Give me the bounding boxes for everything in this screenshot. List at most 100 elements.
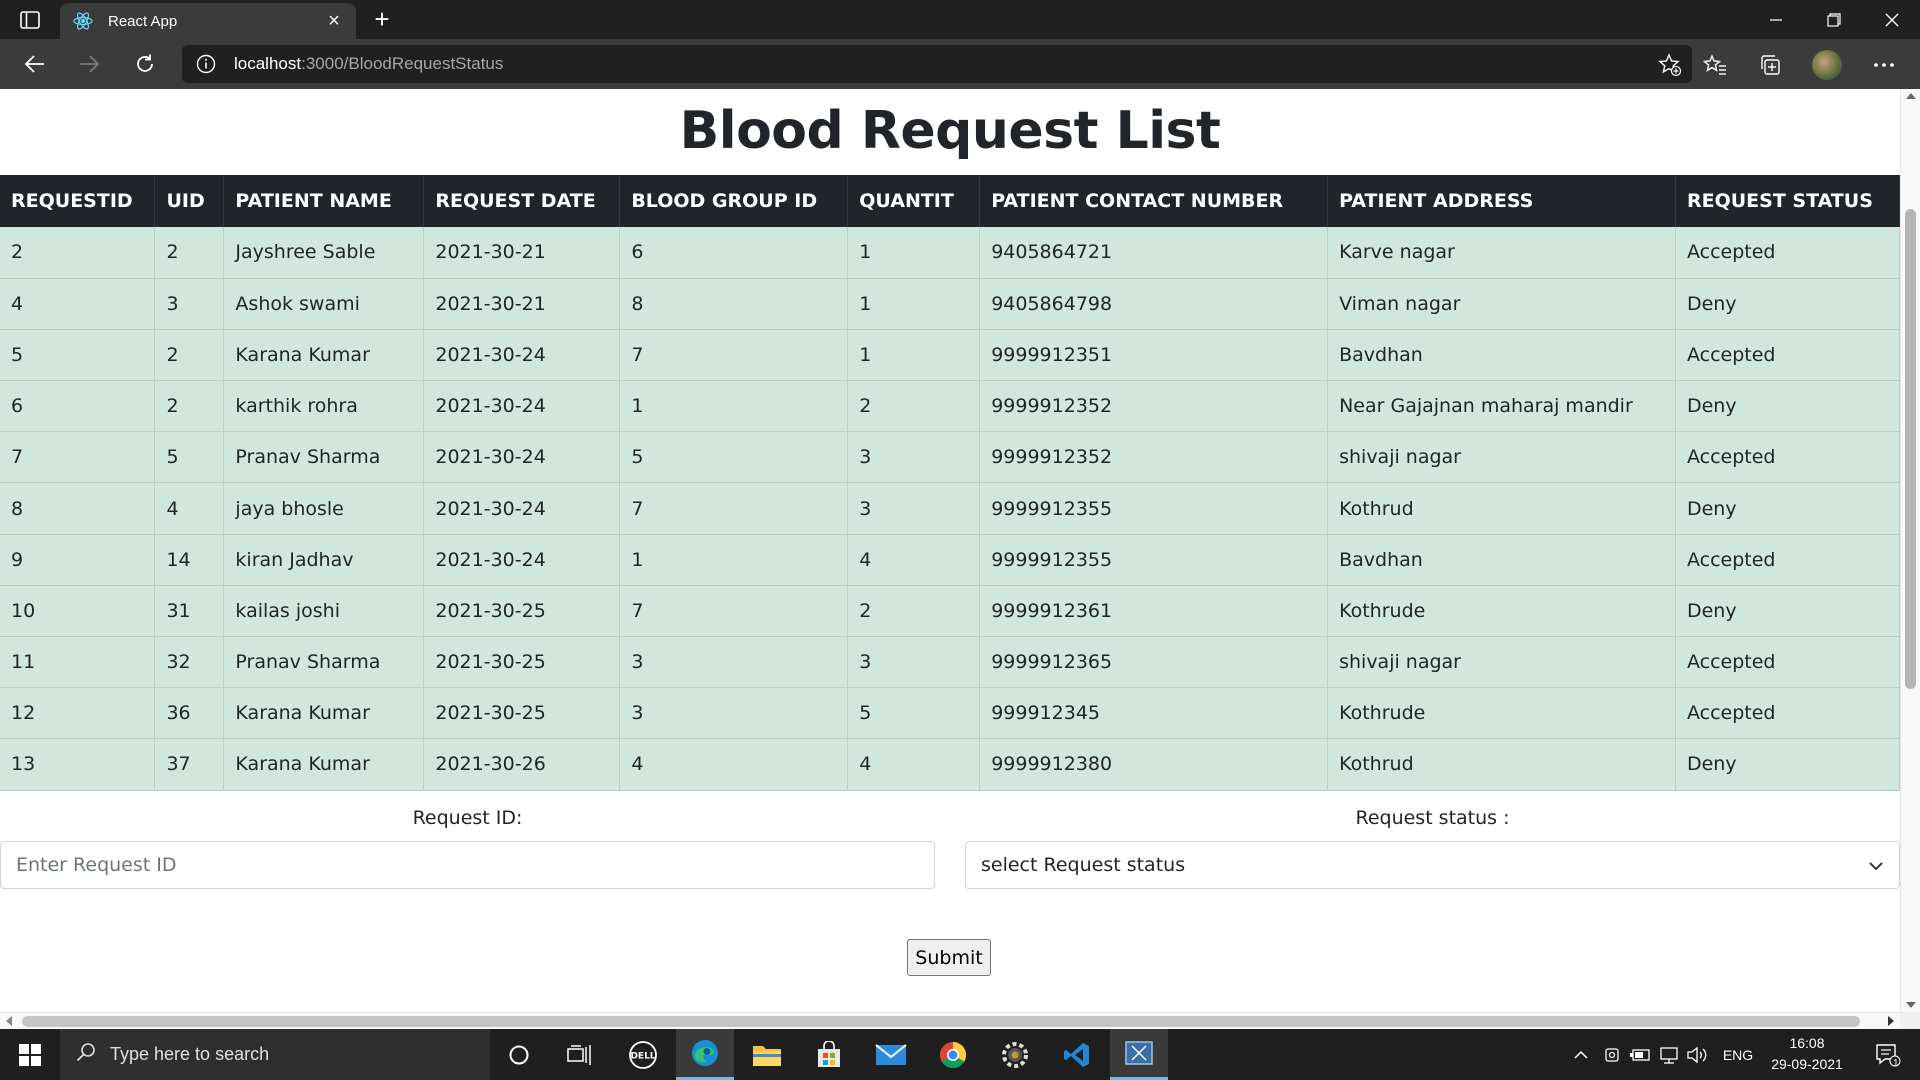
edge-browser-icon[interactable] bbox=[676, 1029, 734, 1080]
cell-requestid: 4 bbox=[0, 278, 156, 330]
forward-arrow-icon bbox=[72, 49, 106, 79]
cell-request-date: 2021-30-24 bbox=[423, 431, 621, 484]
cell-quantity: 5 bbox=[847, 687, 981, 740]
scroll-up-arrow-icon[interactable] bbox=[1906, 93, 1916, 99]
horizontal-scrollbar[interactable] bbox=[0, 1012, 1900, 1029]
cell-request-status: Deny bbox=[1675, 585, 1900, 638]
url-path: :3000/BloodRequestStatus bbox=[301, 54, 504, 73]
info-icon[interactable] bbox=[196, 54, 216, 74]
mail-icon[interactable] bbox=[862, 1029, 920, 1080]
cell-patient-name: Karana Kumar bbox=[223, 687, 425, 740]
cell-quantity: 3 bbox=[847, 636, 981, 689]
cell-contact-number: 9405864721 bbox=[979, 227, 1329, 279]
volume-icon[interactable] bbox=[1684, 1029, 1710, 1080]
table-row: 9 14 kiran Jadhav 2021-30-24 1 4 9999912… bbox=[0, 534, 1900, 586]
cell-contact-number: 9999912352 bbox=[979, 380, 1329, 433]
vertical-scroll-thumb[interactable] bbox=[1905, 209, 1916, 689]
taskbar-search-box[interactable]: Type here to search bbox=[60, 1029, 490, 1080]
cell-blood-group-id: 1 bbox=[619, 534, 849, 586]
favorites-icon[interactable] bbox=[1701, 51, 1729, 79]
new-tab-icon[interactable]: + bbox=[368, 6, 396, 34]
cell-patient-address: Kothrud bbox=[1327, 738, 1676, 791]
tray-device-icon[interactable] bbox=[1600, 1029, 1624, 1080]
cell-requestid: 10 bbox=[0, 585, 156, 638]
windows-start-icon[interactable] bbox=[0, 1029, 60, 1080]
cell-request-status: Accepted bbox=[1675, 687, 1900, 740]
microsoft-store-icon[interactable] bbox=[800, 1029, 858, 1080]
cell-quantity: 1 bbox=[847, 278, 981, 330]
request-status-select[interactable]: select Request status bbox=[965, 841, 1900, 889]
snipping-tool-icon[interactable] bbox=[1110, 1029, 1168, 1080]
scroll-right-arrow-icon[interactable] bbox=[1888, 1016, 1894, 1026]
cell-contact-number: 9999912355 bbox=[979, 534, 1329, 586]
search-icon bbox=[76, 1042, 96, 1067]
more-options-icon[interactable] bbox=[1870, 51, 1898, 79]
table-row: 4 3 Ashok swami 2021-30-21 8 1 940586479… bbox=[0, 278, 1900, 330]
cell-requestid: 5 bbox=[0, 329, 156, 382]
cell-patient-name: Pranav Sharma bbox=[223, 636, 425, 689]
close-window-icon[interactable] bbox=[1864, 0, 1920, 39]
cell-blood-group-id: 5 bbox=[619, 431, 849, 484]
cell-blood-group-id: 6 bbox=[619, 227, 849, 279]
browser-tab[interactable]: React App × bbox=[60, 3, 356, 39]
cell-uid: 2 bbox=[154, 227, 225, 279]
cell-requestid: 8 bbox=[0, 482, 156, 535]
cell-request-date: 2021-30-25 bbox=[423, 636, 621, 689]
restore-icon[interactable] bbox=[1806, 0, 1862, 39]
profile-avatar[interactable] bbox=[1812, 50, 1842, 80]
network-icon[interactable] bbox=[1656, 1029, 1682, 1080]
cell-request-date: 2021-30-24 bbox=[423, 380, 621, 433]
tab-actions-icon[interactable] bbox=[18, 9, 42, 31]
settings-gear-icon[interactable] bbox=[986, 1029, 1044, 1080]
taskbar-clock[interactable]: 16:08 29-09-2021 bbox=[1762, 1033, 1852, 1075]
cell-quantity: 4 bbox=[847, 738, 981, 791]
show-hidden-icons-chevron-icon[interactable] bbox=[1570, 1029, 1592, 1080]
dell-icon[interactable]: DELL bbox=[614, 1029, 672, 1080]
cell-contact-number: 999912345 bbox=[979, 687, 1329, 740]
cell-requestid: 6 bbox=[0, 380, 156, 433]
collections-icon[interactable] bbox=[1756, 51, 1784, 79]
language-indicator[interactable]: ENG bbox=[1718, 1029, 1758, 1080]
scroll-down-arrow-icon[interactable] bbox=[1906, 1002, 1916, 1008]
refresh-icon[interactable] bbox=[128, 49, 162, 79]
cell-uid: 2 bbox=[154, 329, 225, 382]
cortana-icon[interactable] bbox=[490, 1029, 548, 1080]
horizontal-scroll-thumb[interactable] bbox=[22, 1016, 1860, 1027]
add-favorite-icon[interactable] bbox=[1658, 53, 1682, 77]
cell-quantity: 2 bbox=[847, 585, 981, 638]
cell-request-status: Deny bbox=[1675, 738, 1900, 791]
scrollbar-corner bbox=[1900, 1012, 1920, 1029]
task-view-icon[interactable] bbox=[550, 1029, 608, 1080]
status-update-form: Request ID: Request status : select Requ… bbox=[0, 789, 1900, 989]
cell-blood-group-id: 3 bbox=[619, 636, 849, 689]
vertical-scrollbar[interactable] bbox=[1900, 89, 1920, 1012]
table-row: 7 5 Pranav Sharma 2021-30-24 5 3 9999912… bbox=[0, 431, 1900, 484]
cell-requestid: 9 bbox=[0, 534, 156, 586]
cell-contact-number: 9999912361 bbox=[979, 585, 1329, 638]
cell-uid: 32 bbox=[154, 636, 225, 689]
browser-titlebar: React App × + bbox=[0, 0, 1920, 39]
battery-icon[interactable] bbox=[1628, 1029, 1652, 1080]
notifications-icon[interactable]: 1 bbox=[1866, 1029, 1910, 1080]
cell-patient-address: Karve nagar bbox=[1327, 227, 1676, 279]
cell-blood-group-id: 4 bbox=[619, 738, 849, 791]
vscode-icon[interactable] bbox=[1048, 1029, 1106, 1080]
request-id-input[interactable] bbox=[0, 841, 935, 889]
cell-patient-name: Karana Kumar bbox=[223, 329, 425, 382]
back-arrow-icon[interactable] bbox=[18, 49, 52, 79]
submit-button[interactable]: Submit bbox=[907, 939, 991, 976]
cell-requestid: 13 bbox=[0, 738, 156, 791]
cell-request-date: 2021-30-24 bbox=[423, 534, 621, 586]
scroll-left-arrow-icon[interactable] bbox=[6, 1016, 12, 1026]
file-explorer-icon[interactable] bbox=[738, 1029, 796, 1080]
chrome-icon[interactable] bbox=[924, 1029, 982, 1080]
cell-request-status: Accepted bbox=[1675, 227, 1900, 279]
cell-uid: 2 bbox=[154, 380, 225, 433]
cell-patient-name: jaya bhosle bbox=[223, 482, 425, 535]
minimize-icon[interactable] bbox=[1748, 0, 1804, 39]
header-quantity: QUANTIT bbox=[847, 175, 981, 227]
close-tab-icon[interactable]: × bbox=[324, 11, 344, 31]
address-bar[interactable]: localhost:3000/BloodRequestStatus bbox=[182, 45, 1692, 83]
cell-contact-number: 9999912352 bbox=[979, 431, 1329, 484]
cell-patient-name: kailas joshi bbox=[223, 585, 425, 638]
